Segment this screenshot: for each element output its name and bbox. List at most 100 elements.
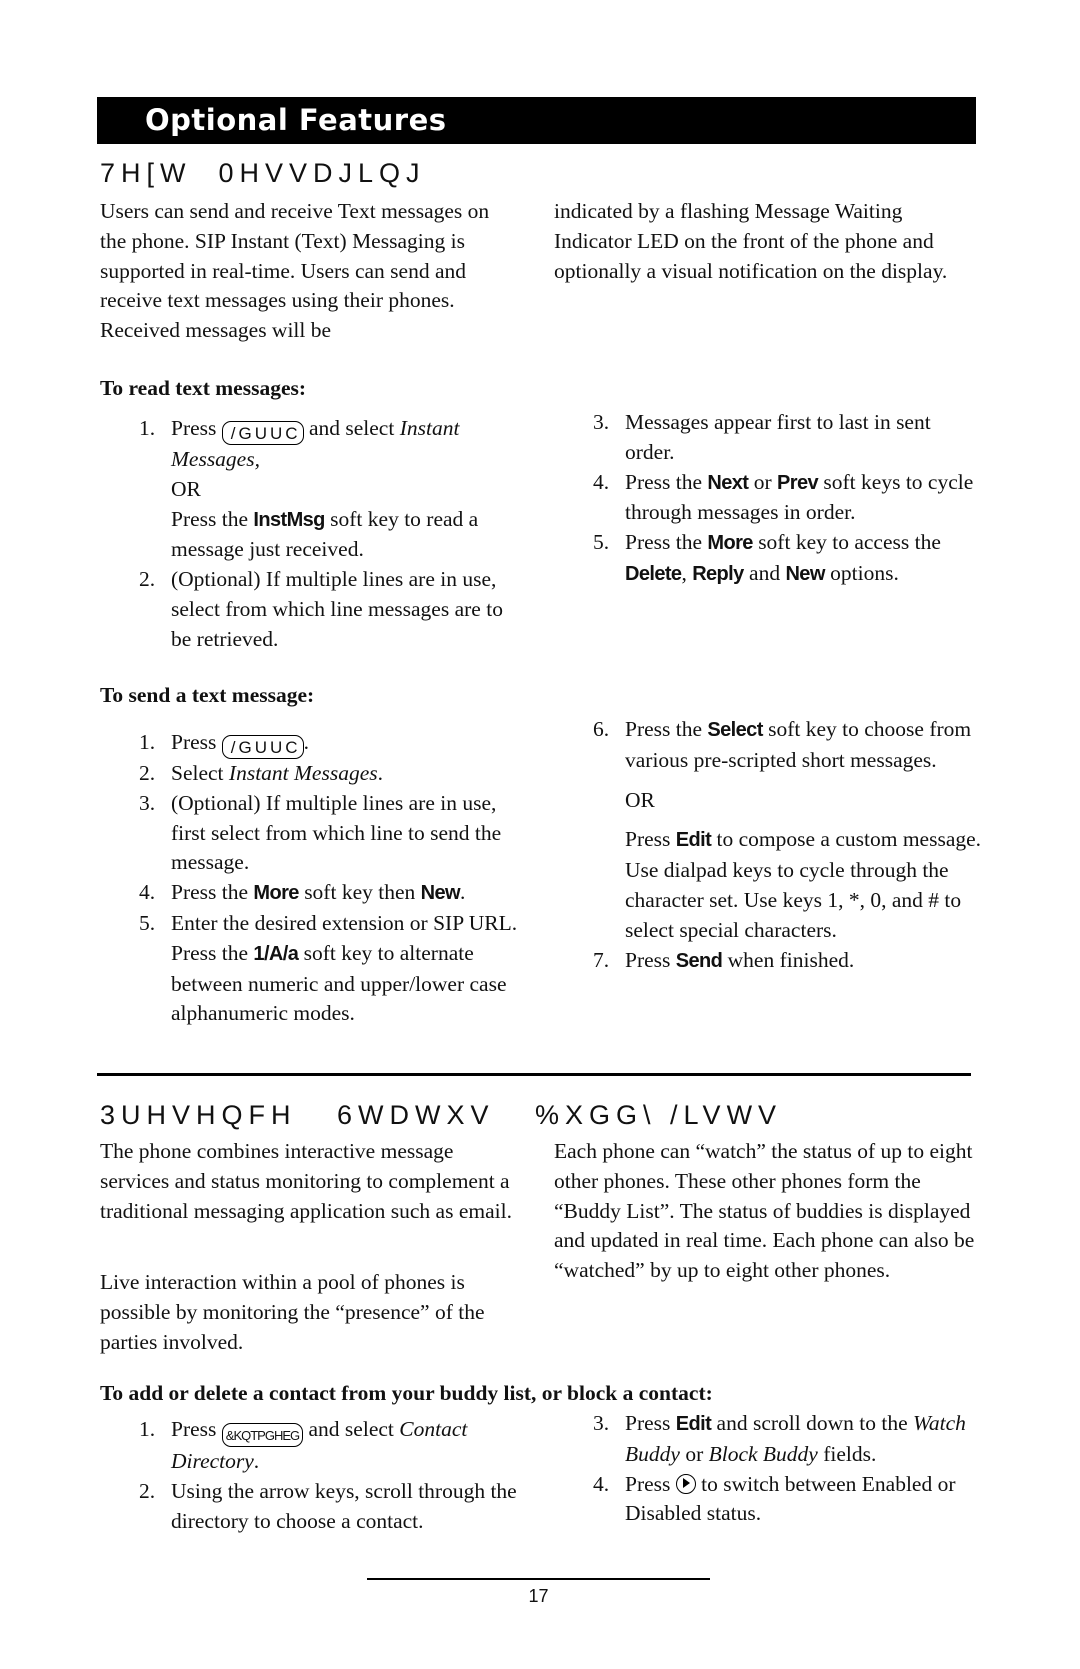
list-item: 4. Press to switch between Enabled or Dis… (593, 1470, 988, 1530)
step-number: 5. (139, 910, 156, 935)
list-item: 4. Press the More soft key then New. (139, 878, 519, 909)
step-number: 3. (593, 1411, 610, 1435)
send-steps-left: 1. Press /GUUC. 2. Select Instant Messages… (139, 728, 519, 1029)
softkey-edit: Edit (675, 1413, 712, 1435)
list-item: 2. Using the arrow keys, scroll through t… (139, 1477, 519, 1537)
step-number: 2. (139, 761, 156, 785)
send-steps-right: 6. Press the Select soft key to choose fr… (593, 715, 983, 976)
step-number: 2. (139, 567, 156, 592)
read-steps-left: 1. Press /GUUC and select Instant Message… (139, 414, 519, 655)
presence-left-p1: The phone combines interactive message s… (100, 1139, 512, 1223)
text: Press (171, 730, 222, 754)
softkey-send: Send (675, 949, 723, 972)
list-item: 1. Press /GUUC and select Instant Message… (139, 414, 519, 565)
text: Press the (625, 717, 708, 741)
text: Press the (171, 506, 254, 531)
softkey-prev: Prev (777, 471, 819, 494)
softkey-1-a-a: 1/A/a (253, 942, 299, 965)
presence-left-p2: Live interaction within a pool of phones… (100, 1270, 485, 1354)
text: . (253, 1449, 260, 1473)
text: Press (625, 1471, 676, 1496)
buddy-steps-right: 3. Press Edit and scroll down to the Watc… (593, 1409, 988, 1529)
heading-presence-status: 3UHVHQFH 6WDWXV %XGG\ /LVWV (100, 1100, 783, 1130)
softkey-instmsg: InstMsg (253, 508, 325, 531)
list-item: 2. (Optional) If multiple lines are in us… (139, 565, 519, 654)
text: OR (171, 476, 201, 501)
page-number: 17 (528, 1586, 549, 1606)
step-number: 7. (593, 947, 610, 972)
text: Instant Messages (228, 761, 378, 785)
step-number: 6. (593, 717, 610, 741)
text: or (748, 469, 778, 494)
text: Press (625, 947, 676, 972)
text: fields. (817, 1441, 877, 1466)
softkey-more: More (253, 882, 299, 905)
send-title: To send a text message: (100, 683, 315, 707)
section-divider (97, 1073, 971, 1076)
presence-right-p1: Each phone can “watch” the status of up … (554, 1139, 975, 1283)
text: when finished. (722, 947, 855, 972)
text: . (459, 880, 466, 905)
section-banner: Optional Features (97, 97, 976, 144)
text: Press the (625, 469, 708, 494)
text: and scroll down to the (711, 1411, 913, 1435)
heading-text-messaging: 7H[W 0HVVDJLQJ (100, 158, 426, 188)
footer-rule (367, 1578, 710, 1580)
text: and select (303, 416, 400, 440)
step-number: 4. (593, 1471, 610, 1496)
text: Block Buddy (708, 1441, 818, 1466)
right-arrow-key-icon[interactable] (675, 1473, 696, 1494)
text: Press (171, 1417, 222, 1441)
text: (Optional) If multiple lines are in use,… (171, 567, 503, 651)
step-number: 4. (139, 880, 156, 905)
text: Press the (171, 880, 254, 905)
directory-key-button[interactable]: &KQTPGHEG (221, 1423, 304, 1447)
messages-key-button[interactable]: /GUUC (221, 421, 304, 445)
step-number: 1. (139, 416, 156, 440)
softkey-next: Next (707, 471, 749, 494)
text: soft key then (298, 880, 421, 905)
list-item: 1. Press /GUUC. (139, 728, 519, 759)
softkey-more: More (707, 532, 753, 555)
text: or (679, 1441, 709, 1466)
list-item: 3. Messages appear first to last in sent … (593, 408, 983, 468)
text: Select (171, 761, 229, 785)
manual-page: Optional Features 7H[W 0HVVDJLQJ Users c… (0, 0, 1080, 1669)
list-item: 3. (Optional) If multiple lines are in us… (139, 789, 519, 878)
text: Press (625, 827, 676, 852)
softkey-select: Select (707, 719, 763, 741)
softkey-reply: Reply (692, 562, 744, 585)
list-item: 2. Select Instant Messages. (139, 759, 519, 789)
text: and select (303, 1417, 400, 1441)
list-item: 3. Press Edit and scroll down to the Watc… (593, 1409, 988, 1470)
list-item: 6. Press the Select soft key to choose fr… (593, 715, 983, 946)
text: Using the arrow keys, scroll through the… (171, 1478, 517, 1533)
buddy-steps-left: 1. Press &KQTPGHEG and select Contact Dir… (139, 1415, 519, 1536)
text: and (743, 560, 786, 585)
softkey-new: New (785, 562, 825, 585)
step-number: 3. (139, 790, 156, 815)
banner-title: Optional Features (145, 103, 447, 137)
softkey-new: New (420, 882, 461, 905)
text: OR (625, 787, 655, 812)
text: Press (171, 416, 217, 440)
softkey-edit: Edit (675, 829, 712, 852)
softkey-delete: Delete (625, 562, 682, 585)
text: Messages appear first to last in sent or… (625, 410, 931, 464)
step-number: 5. (593, 530, 610, 555)
text: , (681, 560, 693, 585)
text: soft key to access the (752, 530, 941, 555)
list-item: 7. Press Send when finished. (593, 946, 983, 977)
list-item: 5. Press the More soft key to access the … (593, 528, 983, 590)
text: . (377, 761, 383, 785)
text: (Optional) If multiple lines are in use,… (171, 790, 502, 875)
read-title: To read text messages: (100, 376, 307, 400)
step-number: 4. (593, 469, 610, 494)
text: Press the (625, 530, 708, 555)
step-number: 2. (139, 1478, 156, 1503)
messages-key-button[interactable]: /GUUC (221, 735, 304, 759)
text: Press (625, 1411, 676, 1435)
step-number: 1. (139, 730, 156, 754)
intro-right: indicated by a flashing Message Waiting … (554, 199, 948, 283)
list-item: 4. Press the Next or Prev soft keys to cy… (593, 468, 983, 529)
